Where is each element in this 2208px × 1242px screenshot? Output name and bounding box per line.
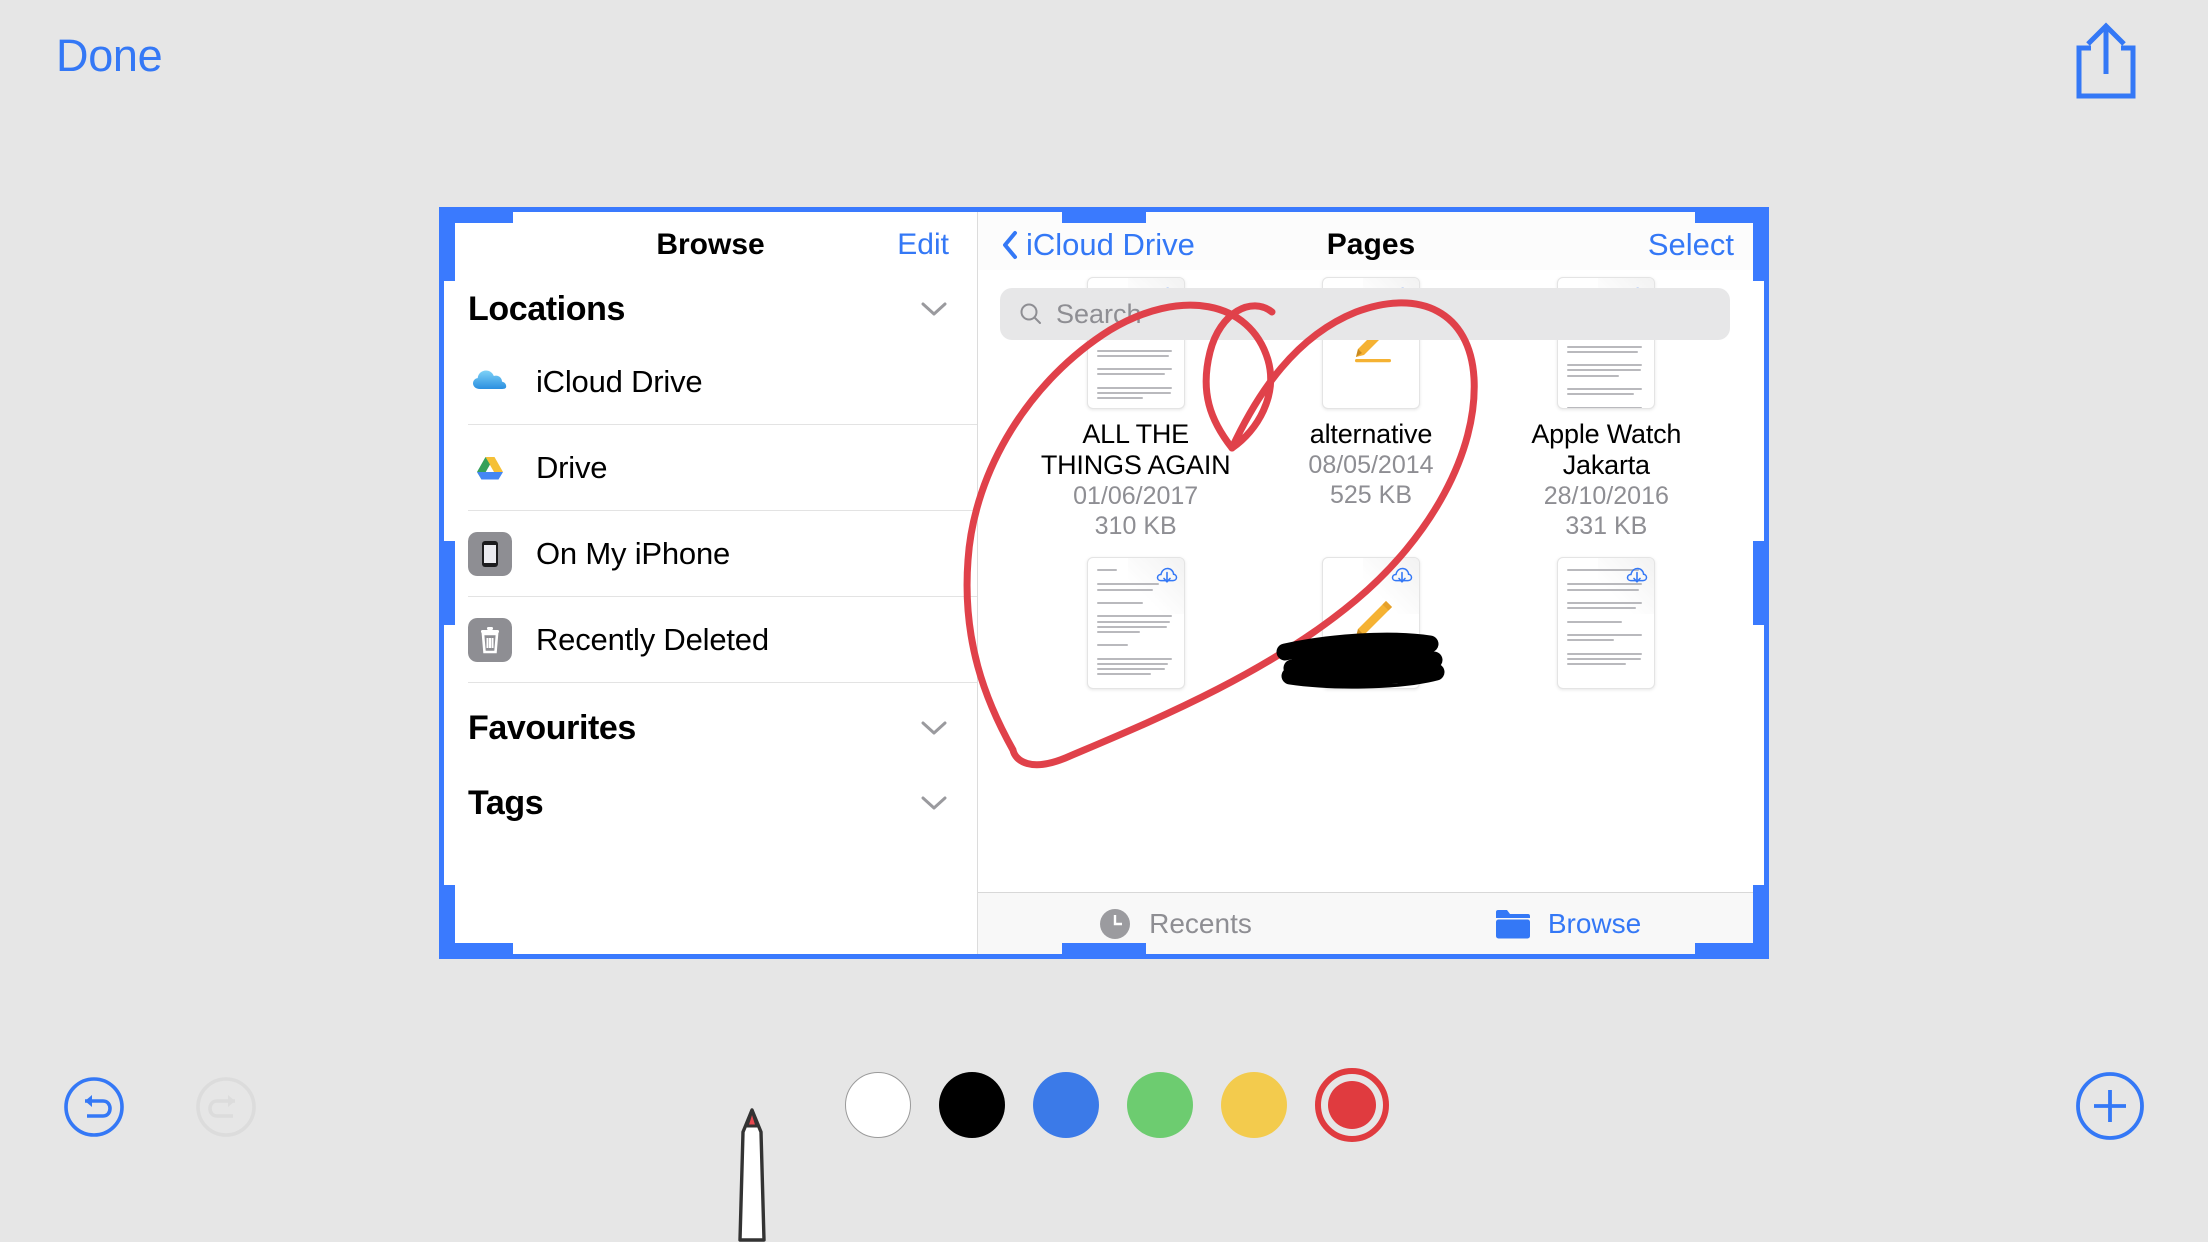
crop-handle-bottom-left[interactable] — [444, 885, 455, 954]
sidebar-item-label: iCloud Drive — [536, 363, 703, 399]
file-grid-scroll[interactable]: 308 KB 220 KB 773 KB — [978, 270, 1764, 890]
file-date: 28/10/2016 — [1543, 482, 1669, 511]
partial-file-size: 220 KB — [1253, 270, 1488, 277]
clock-icon — [1100, 908, 1131, 939]
file-thumbnail — [1086, 557, 1185, 690]
file-name: ALL THE THINGS AGAIN — [1040, 419, 1231, 481]
tab-recents[interactable]: Recents — [978, 906, 1371, 942]
locations-list: iCloud Drive Drive On My iPhone Recently… — [444, 339, 977, 683]
file-size: 525 KB — [1329, 481, 1412, 510]
file-item[interactable] — [1018, 557, 1253, 705]
search-input[interactable]: Search — [1000, 288, 1730, 340]
file-date: 01/06/2017 — [1073, 482, 1199, 511]
file-name: alternative — [1309, 419, 1433, 449]
chevron-down-icon[interactable] — [921, 721, 947, 736]
back-button[interactable]: iCloud Drive — [1002, 227, 1195, 263]
group-header-tags[interactable]: Tags — [444, 758, 977, 833]
google-drive-icon — [468, 445, 512, 490]
file-item[interactable] — [1253, 557, 1488, 705]
sidebar-item-label: Drive — [536, 449, 608, 485]
edit-button[interactable]: Edit — [897, 228, 949, 262]
color-swatch-red-selected[interactable] — [1315, 1068, 1389, 1142]
crop-handle-bottom[interactable] — [1062, 943, 1146, 954]
file-size: 331 KB — [1565, 512, 1648, 541]
detail-title: Pages — [1326, 228, 1416, 261]
crop-handle-left[interactable] — [444, 541, 455, 625]
search-icon — [1020, 303, 1041, 324]
color-swatch-black[interactable] — [939, 1072, 1005, 1138]
tab-label: Recents — [1149, 907, 1252, 939]
iphone-icon — [468, 531, 512, 576]
icloud-download-icon[interactable] — [1625, 563, 1649, 587]
sidebar-item-label: Recently Deleted — [536, 621, 769, 657]
back-button-label: iCloud Drive — [1026, 227, 1195, 262]
select-button[interactable]: Select — [1648, 227, 1734, 263]
tab-label: Browse — [1547, 907, 1642, 939]
files-app-screenshot: Browse Edit Locations iCloud Drive Drive… — [444, 212, 1764, 954]
group-title-favourites: Favourites — [468, 709, 636, 747]
share-button[interactable] — [2066, 18, 2146, 104]
chevron-left-icon — [1003, 231, 1017, 259]
file-name: Apple Watch Jakarta — [1531, 419, 1682, 481]
crop-handle-right[interactable] — [1753, 541, 1764, 625]
pencil-tool-icon[interactable] — [717, 1102, 787, 1242]
partial-file-size: 773 KB — [1489, 270, 1724, 277]
sidebar-header: Browse Edit — [444, 212, 977, 278]
tab-browse[interactable]: Browse — [1371, 907, 1764, 941]
icloud-drive-icon — [468, 359, 512, 404]
redo-icon — [196, 1077, 256, 1137]
color-swatch-white[interactable] — [845, 1072, 911, 1138]
sidebar-item-recently-deleted[interactable]: Recently Deleted — [468, 597, 977, 683]
group-header-favourites[interactable]: Favourites — [444, 683, 977, 758]
color-palette — [845, 1068, 1389, 1142]
undo-button[interactable] — [63, 1076, 125, 1138]
undo-icon — [64, 1077, 124, 1137]
group-header-locations[interactable]: Locations — [444, 278, 977, 339]
icloud-download-icon[interactable] — [1390, 563, 1414, 587]
group-title-tags: Tags — [468, 784, 544, 822]
chevron-down-icon[interactable] — [921, 796, 947, 811]
plus-icon — [2076, 1072, 2144, 1140]
files-detail-pane: iCloud Drive Pages Select 308 KB 220 KB … — [978, 212, 1764, 954]
files-sidebar: Browse Edit Locations iCloud Drive Drive… — [444, 212, 978, 954]
page-title: Browse — [656, 228, 765, 261]
crop-handle-top-left[interactable] — [444, 212, 455, 281]
screenshot-canvas[interactable]: Browse Edit Locations iCloud Drive Drive… — [439, 207, 1769, 959]
partial-file-size: 308 KB — [1018, 270, 1253, 277]
crop-handle-top[interactable] — [1062, 212, 1146, 223]
folder-icon — [1495, 909, 1530, 938]
icloud-download-icon[interactable] — [1155, 563, 1179, 587]
search-placeholder: Search — [1056, 298, 1142, 329]
file-thumbnail — [1557, 557, 1656, 690]
sidebar-item-label: On My iPhone — [536, 535, 731, 571]
file-item[interactable] — [1489, 557, 1724, 705]
crop-frame: Browse Edit Locations iCloud Drive Drive… — [439, 207, 1769, 959]
sidebar-item-on-my-iphone[interactable]: On My iPhone — [468, 511, 977, 597]
redo-button[interactable] — [195, 1076, 257, 1138]
color-swatch-green[interactable] — [1127, 1072, 1193, 1138]
group-title-locations: Locations — [468, 290, 625, 328]
file-size: 310 KB — [1094, 512, 1177, 541]
sidebar-item-drive[interactable]: Drive — [468, 425, 977, 511]
share-icon — [2076, 22, 2136, 99]
file-thumbnail — [1321, 557, 1420, 690]
pages-document-icon — [1354, 601, 1392, 643]
color-swatch-yellow[interactable] — [1221, 1072, 1287, 1138]
color-swatch-blue[interactable] — [1033, 1072, 1099, 1138]
trash-icon — [468, 617, 512, 662]
crop-handle-top-right[interactable] — [1753, 212, 1764, 281]
file-date: 08/05/2014 — [1308, 451, 1434, 480]
crop-handle-bottom-right[interactable] — [1753, 885, 1764, 954]
add-button[interactable] — [2074, 1070, 2146, 1142]
markup-editor-screen: Done Browse Edit Locations iCloud Drive … — [0, 0, 2208, 1242]
chevron-down-icon[interactable] — [921, 302, 947, 317]
done-button[interactable]: Done — [56, 30, 163, 82]
sidebar-item-icloud-drive[interactable]: iCloud Drive — [468, 339, 977, 425]
